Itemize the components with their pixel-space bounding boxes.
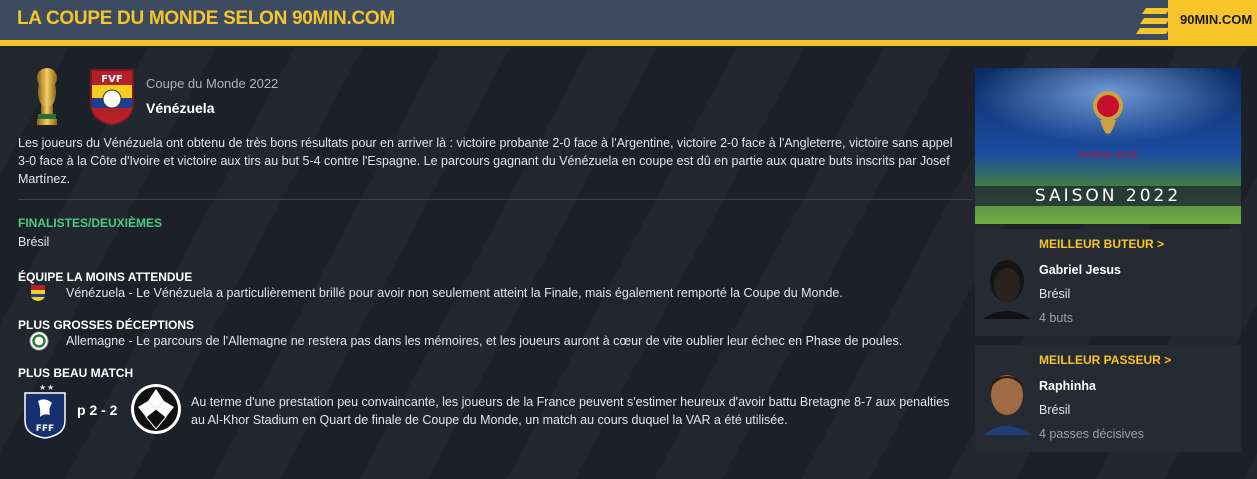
- top-scorer-card[interactable]: MEILLEUR BUTEUR > Gabriel Jesus Brésil 4…: [975, 229, 1241, 336]
- banner-logo-text: RUSSIA 2018: [1079, 151, 1138, 161]
- top-assist-count: 4 passes décisives: [1039, 427, 1144, 441]
- top-scorer-goals: 4 buts: [1039, 311, 1074, 325]
- finalists-team[interactable]: Brésil: [18, 235, 49, 249]
- underdog-text: Vénézuela - Le Vénézuela a particulièrem…: [66, 286, 843, 300]
- competition-name: Coupe du Monde 2022: [146, 76, 279, 91]
- world-cup-trophy-icon: [37, 68, 57, 125]
- top-scorer-label[interactable]: MEILLEUR BUTEUR >: [1039, 237, 1164, 251]
- winner-team-name[interactable]: Vénézuela: [146, 100, 214, 116]
- header-accent-line: [0, 40, 1257, 46]
- season-label: SAISON 2022: [1035, 186, 1181, 206]
- top-assist-label[interactable]: MEILLEUR PASSEUR >: [1039, 353, 1171, 367]
- page-header: LA COUPE DU MONDE SELON 90MIN.COM: [0, 0, 1257, 40]
- page-title: LA COUPE DU MONDE SELON 90MIN.COM: [17, 8, 395, 29]
- best-match-score[interactable]: p 2 - 2: [77, 402, 117, 418]
- player-portrait-raphinha: [983, 375, 1031, 435]
- best-match-heading: PLUS BEAU MATCH: [18, 366, 134, 380]
- svg-text:★: ★: [39, 383, 46, 392]
- underdog-heading: ÉQUIPE LA MOINS ATTENDUE: [18, 270, 193, 284]
- disappointment-text: Allemagne - Le parcours de l'Allemagne n…: [66, 334, 903, 348]
- player-portrait-gabriel-jesus: [983, 260, 1031, 319]
- bretagne-crest-icon: [131, 384, 181, 434]
- finalists-heading: FINALISTES/DEUXIÈMES: [18, 216, 163, 230]
- svg-text:FVF: FVF: [101, 74, 122, 85]
- best-match-text: Au terme d'une prestation peu convaincan…: [191, 395, 950, 427]
- venezuela-flag-icon: [31, 285, 45, 301]
- logo-text: 90MIN.COM: [1180, 12, 1253, 27]
- 90min-logo[interactable]: 90MIN.COM: [1168, 0, 1257, 40]
- venezuela-federation-crest-icon: FVF: [90, 69, 134, 126]
- disappointment-heading: PLUS GROSSES DÉCEPTIONS: [18, 318, 195, 332]
- germany-crest-icon: [29, 331, 49, 351]
- top-scorer-name[interactable]: Gabriel Jesus: [1039, 263, 1121, 277]
- season-banner: RUSSIA 2018 SAISON 2022: [975, 68, 1241, 224]
- france-federation-crest-icon: ★ ★ FFF: [24, 383, 66, 439]
- stadium-banner-image: RUSSIA 2018 SAISON 2022: [975, 68, 1241, 224]
- section-divider: [18, 199, 973, 200]
- top-assist-card[interactable]: MEILLEUR PASSEUR > Raphinha Brésil 4 pas…: [975, 345, 1241, 452]
- main-panel: FVF Coupe du Monde 2022 Vénézuela Les jo…: [0, 48, 973, 479]
- top-scorer-team: Brésil: [1039, 287, 1071, 301]
- top-assist-team: Brésil: [1039, 403, 1071, 417]
- svg-text:FFF: FFF: [36, 424, 54, 434]
- svg-text:★: ★: [47, 383, 54, 392]
- top-assist-name[interactable]: Raphinha: [1039, 379, 1096, 393]
- tournament-summary: Les joueurs du Vénézuela ont obtenu de t…: [18, 136, 953, 186]
